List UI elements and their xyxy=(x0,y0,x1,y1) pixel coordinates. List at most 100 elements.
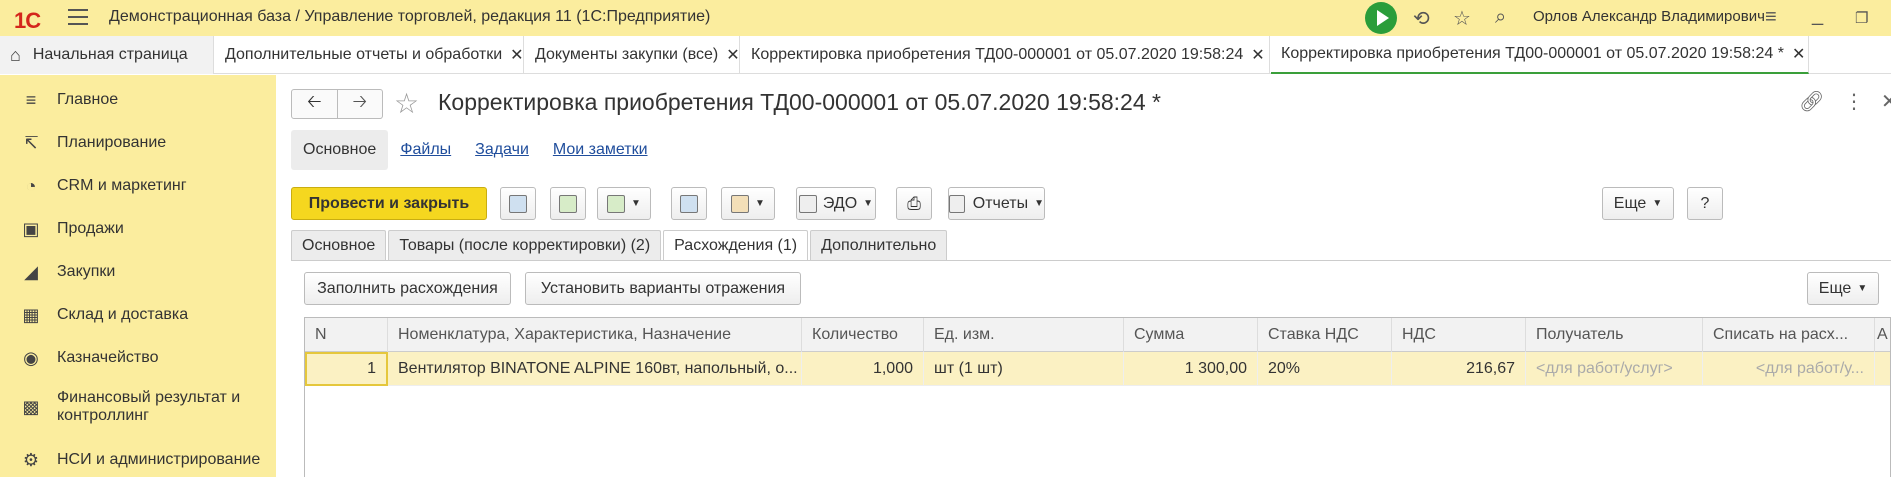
sidebar-item-finance[interactable]: ▩ Финансовый результат и контроллинг xyxy=(0,382,276,432)
post-button[interactable] xyxy=(550,187,586,220)
post-and-close-button[interactable]: Провести и закрыть xyxy=(291,187,487,220)
list-doc-icon xyxy=(680,194,698,213)
tab-home[interactable]: ⌂ Начальная страница xyxy=(0,36,214,74)
cell-vat[interactable]: 216,67 xyxy=(1392,352,1526,386)
column-header[interactable]: Ставка НДС xyxy=(1258,318,1392,352)
cell-vat-rate[interactable]: 20% xyxy=(1258,352,1392,386)
document-form: 🡠 🡢 ☆ Корректировка приобретения ТД00-00… xyxy=(277,75,1891,477)
cell-quantity[interactable]: 1,000 xyxy=(802,352,924,386)
discrepancies-table: N Номенклатура, Характеристика, Назначен… xyxy=(304,317,1891,477)
attachment-icon xyxy=(731,194,750,213)
chevron-down-icon: ▼ xyxy=(631,198,641,209)
column-header[interactable]: Ед. изм. xyxy=(924,318,1124,352)
table-header: N Номенклатура, Характеристика, Назначен… xyxy=(305,318,1890,352)
tab-divider xyxy=(291,260,1891,261)
tab-correction-active[interactable]: Корректировка приобретения ТД00-000001 о… xyxy=(1271,36,1809,74)
sidebar-item-admin[interactable]: ⚙ НСИ и администрирование xyxy=(0,435,276,485)
cart-icon: ◢ xyxy=(24,261,38,282)
tab-goods-after-correction[interactable]: Товары (после корректировки) (2) xyxy=(388,230,662,260)
tab-discrepancies[interactable]: Расхождения (1) xyxy=(663,230,809,261)
help-button[interactable]: ? xyxy=(1687,187,1723,220)
favorite-star-icon[interactable]: ☆ xyxy=(394,87,419,120)
sidebar-item-treasury[interactable]: ◉ Казначейство xyxy=(0,333,276,383)
cell-number[interactable]: 1 xyxy=(305,352,388,386)
cell-unit[interactable]: шт (1 шт) xyxy=(924,352,1124,386)
tab-label: Корректировка приобретения ТД00-000001 о… xyxy=(751,46,1244,63)
gear-icon: ⚙ xyxy=(22,449,40,470)
back-arrow-icon[interactable]: 🡠 xyxy=(292,90,338,118)
settings-menu-icon[interactable]: ≡ xyxy=(1765,6,1777,29)
section-files[interactable]: Файлы xyxy=(388,130,463,170)
save-icon xyxy=(509,194,527,213)
more-button[interactable]: Еще ▼ xyxy=(1602,187,1674,220)
attachments-button[interactable]: ▼ xyxy=(721,187,775,220)
close-icon[interactable]: ✕ xyxy=(1881,89,1891,114)
play-icon[interactable] xyxy=(1365,2,1397,34)
cell-write-off[interactable]: <для работ/у... xyxy=(1703,352,1875,386)
close-icon[interactable]: ✕ xyxy=(510,45,523,65)
table-more-button[interactable]: Еще ▼ xyxy=(1807,272,1879,305)
favorites-star-icon[interactable]: ☆ xyxy=(1453,6,1471,31)
page-title: Корректировка приобретения ТД00-000001 о… xyxy=(438,89,1161,115)
edo-button[interactable]: ЭДО ▼ xyxy=(796,187,876,220)
table-row[interactable]: 1 Вентилятор BINATONE ALPINE 160вт, напо… xyxy=(305,352,1890,386)
more-vertical-icon[interactable]: ⋮ xyxy=(1844,89,1864,114)
home-icon: ⌂ xyxy=(10,44,21,65)
structure-button[interactable] xyxy=(671,187,707,220)
section-notes[interactable]: Мои заметки xyxy=(541,130,660,170)
column-header[interactable]: А xyxy=(1875,318,1891,352)
print-button[interactable]: ⎙ xyxy=(896,187,932,220)
set-variants-button[interactable]: Установить варианты отражения xyxy=(525,272,801,305)
post-icon xyxy=(559,194,577,213)
app-title: Демонстрационная база / Управление торго… xyxy=(109,8,711,25)
tab-basic[interactable]: Основное xyxy=(291,230,387,260)
column-header[interactable]: N xyxy=(305,318,388,352)
tab-additional[interactable]: Дополнительно xyxy=(810,230,948,260)
minimize-icon[interactable]: _ xyxy=(1812,4,1823,27)
tab-label: Начальная страница xyxy=(32,46,188,63)
close-icon[interactable]: ✕ xyxy=(1792,44,1805,64)
reports-button[interactable]: Отчеты ▼ xyxy=(948,187,1045,220)
cell-sum[interactable]: 1 300,00 xyxy=(1124,352,1258,386)
tab-label: Документы закупки (все) xyxy=(535,46,719,63)
pie-icon: ◔ xyxy=(25,175,37,196)
printer-icon: ⎙ xyxy=(907,193,921,213)
column-header[interactable]: Сумма xyxy=(1124,318,1258,352)
user-name[interactable]: Орлов Александр Владимирович xyxy=(1533,8,1765,25)
planning-icon: ↸ xyxy=(23,132,39,153)
section-links: Основное Файлы Задачи Мои заметки xyxy=(291,130,660,170)
forward-arrow-icon[interactable]: 🡢 xyxy=(338,90,383,118)
grid-icon: ▦ xyxy=(22,304,40,325)
bag-icon: ▣ xyxy=(22,218,40,239)
column-header[interactable]: Количество xyxy=(802,318,924,352)
app-header: 1С Демонстрационная база / Управление то… xyxy=(0,0,1891,36)
tab-label: Корректировка приобретения ТД00-000001 о… xyxy=(1281,45,1784,62)
menu-icon[interactable] xyxy=(68,9,88,27)
column-header[interactable]: Номенклатура, Характеристика, Назначение xyxy=(388,318,802,352)
nav-buttons: 🡠 🡢 xyxy=(291,89,383,119)
section-main[interactable]: Основное xyxy=(291,130,389,170)
column-header[interactable]: НДС xyxy=(1392,318,1526,352)
link-icon[interactable]: 🔗︎ xyxy=(1799,89,1824,114)
reports-icon xyxy=(949,194,965,213)
create-based-on-button[interactable]: ▼ xyxy=(597,187,651,220)
search-icon[interactable]: ⌕ xyxy=(1495,6,1506,29)
list-icon: ≡ xyxy=(25,89,37,110)
history-icon[interactable]: ⟲ xyxy=(1413,6,1430,31)
fill-discrepancies-button[interactable]: Заполнить расхождения xyxy=(304,272,511,305)
column-header[interactable]: Получатель xyxy=(1526,318,1703,352)
form-tabs: Основное Товары (после корректировки) (2… xyxy=(291,230,949,261)
close-icon[interactable]: ✕ xyxy=(1251,45,1264,65)
cell-nomenclature[interactable]: Вентилятор BINATONE ALPINE 160вт, наполь… xyxy=(388,352,802,386)
cell-recipient[interactable]: <для работ/услуг> xyxy=(1526,352,1703,386)
tab-additional-reports[interactable]: Дополнительные отчеты и обработки ✕ xyxy=(215,36,524,74)
chevron-down-icon: ▼ xyxy=(1857,283,1868,294)
tab-correction-1[interactable]: Корректировка приобретения ТД00-000001 о… xyxy=(741,36,1270,74)
tab-label: Дополнительные отчеты и обработки xyxy=(225,46,503,63)
tab-purchase-documents[interactable]: Документы закупки (все) ✕ xyxy=(525,36,740,74)
section-tasks[interactable]: Задачи xyxy=(463,130,541,170)
restore-icon[interactable]: ❐ xyxy=(1855,9,1868,27)
save-button[interactable] xyxy=(500,187,536,220)
column-header[interactable]: Списать на расх... xyxy=(1703,318,1875,352)
close-icon[interactable]: ✕ xyxy=(726,45,739,65)
